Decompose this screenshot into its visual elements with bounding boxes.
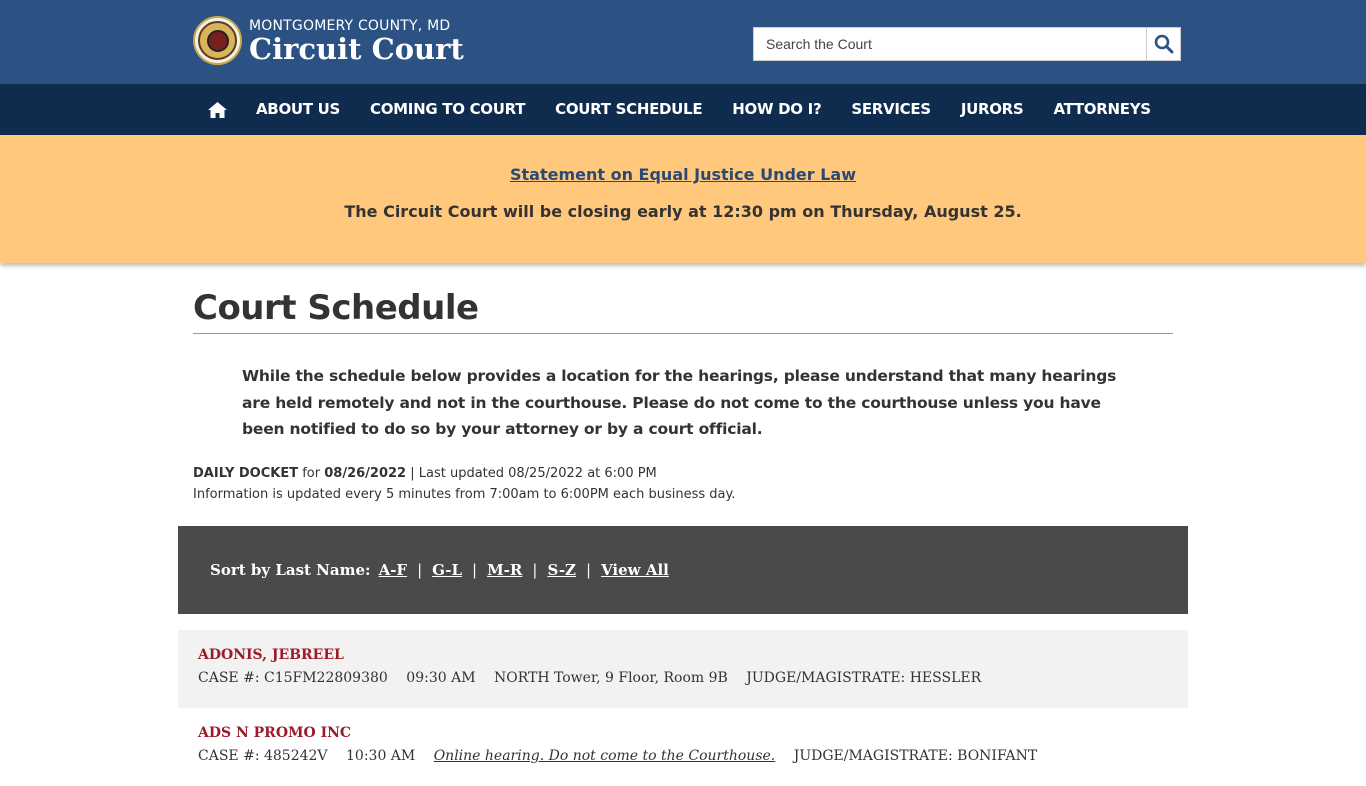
case-location: NORTH Tower, 9 Floor, Room 9B <box>493 670 728 686</box>
search-button[interactable] <box>1146 27 1181 61</box>
sort-separator: | <box>586 561 592 579</box>
docket-for: for <box>298 466 325 481</box>
nav-services[interactable]: SERVICES <box>836 84 945 135</box>
case-time: 09:30 AM <box>406 670 476 686</box>
sort-separator: | <box>472 561 478 579</box>
sort-g-l[interactable]: G-L <box>432 561 462 579</box>
nav-how-do-i[interactable]: HOW DO I? <box>717 84 836 135</box>
nav-about-us[interactable]: ABOUT US <box>241 84 355 135</box>
home-icon <box>208 101 227 118</box>
nav-coming-to-court[interactable]: COMING TO COURT <box>355 84 540 135</box>
site-logo[interactable]: MONTGOMERY COUNTY, MD Circuit Court <box>193 16 464 65</box>
site-header: MONTGOMERY COUNTY, MD Circuit Court <box>0 0 1366 84</box>
search-form <box>753 27 1181 61</box>
county-seal-icon <box>193 16 242 65</box>
nav-court-schedule[interactable]: COURT SCHEDULE <box>540 84 717 135</box>
main-nav: ABOUT US COMING TO COURT COURT SCHEDULE … <box>0 84 1366 135</box>
search-icon <box>1154 34 1173 54</box>
case-row: ADONIS, JEBREEL CASE #: C15FM22809380 09… <box>178 630 1188 708</box>
docket-info: DAILY DOCKET for 08/26/2022 | Last updat… <box>193 463 735 505</box>
case-row: ADS N PROMO INC CASE #: 485242V 10:30 AM… <box>178 708 1188 786</box>
search-input[interactable] <box>753 27 1146 61</box>
sort-m-r[interactable]: M-R <box>487 561 522 579</box>
sort-view-all[interactable]: View All <box>601 561 669 579</box>
court-name: Circuit Court <box>249 31 464 66</box>
case-party-name: ADONIS, JEBREEL <box>198 647 344 663</box>
case-judge: JUDGE/MAGISTRATE: BONIFANT <box>793 748 1038 764</box>
case-number: CASE #: C15FM22809380 <box>198 670 388 686</box>
nav-home[interactable] <box>193 84 241 135</box>
docket-updated: | Last updated 08/25/2022 at 6:00 PM <box>406 466 657 481</box>
page-title: Court Schedule <box>193 288 1173 334</box>
nav-attorneys[interactable]: ATTORNEYS <box>1038 84 1165 135</box>
alert-banner: Statement on Equal Justice Under Law The… <box>0 135 1366 263</box>
docket-update-info: Information is updated every 5 minutes f… <box>193 487 736 502</box>
sort-label: Sort by Last Name: <box>210 561 371 579</box>
sort-separator: | <box>532 561 538 579</box>
sort-a-f[interactable]: A-F <box>379 561 408 579</box>
sort-bar: Sort by Last Name: A-F | G-L | M-R | S-Z… <box>178 526 1188 614</box>
sort-s-z[interactable]: S-Z <box>547 561 576 579</box>
nav-jurors[interactable]: JURORS <box>946 84 1039 135</box>
case-number: CASE #: 485242V <box>198 748 328 764</box>
docket-label: DAILY DOCKET <box>193 466 299 481</box>
online-hearing-link[interactable]: Online hearing. Do not come to the Court… <box>434 748 776 764</box>
sort-separator: | <box>417 561 423 579</box>
case-time: 10:30 AM <box>346 748 416 764</box>
case-party-name: ADS N PROMO INC <box>198 725 352 741</box>
case-judge: JUDGE/MAGISTRATE: HESSLER <box>746 670 982 686</box>
closing-notice: The Circuit Court will be closing early … <box>344 202 1022 221</box>
docket-date: 08/26/2022 <box>324 466 407 481</box>
remote-hearing-notice: While the schedule below provides a loca… <box>242 367 1117 438</box>
equal-justice-link[interactable]: Statement on Equal Justice Under Law <box>510 165 856 184</box>
